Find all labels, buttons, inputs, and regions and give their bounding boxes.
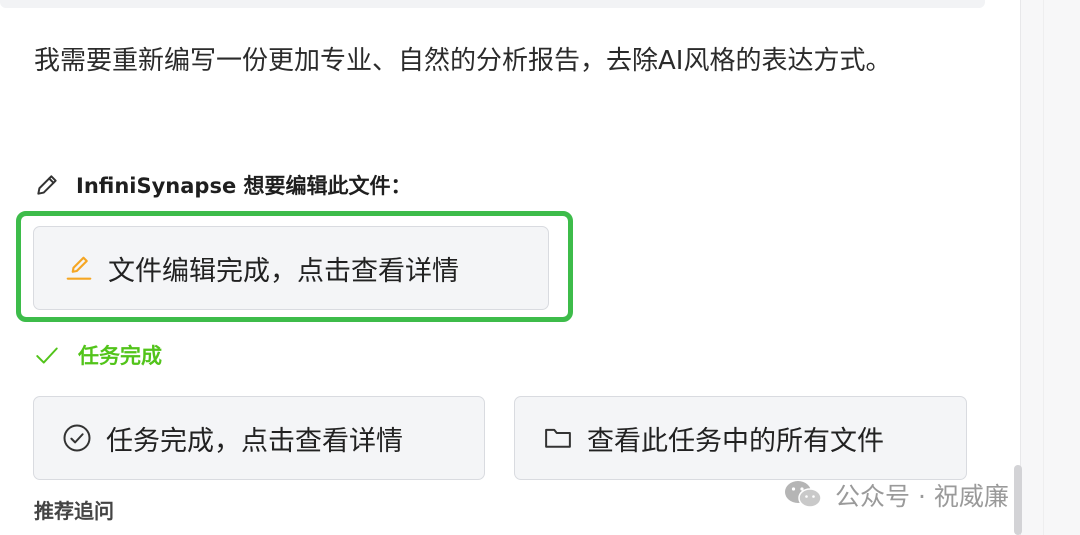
watermark: 公众号 · 祝威廉 bbox=[783, 475, 1009, 515]
side-panel bbox=[1020, 0, 1080, 535]
file-edit-details-button[interactable]: 文件编辑完成，点击查看详情 bbox=[33, 226, 549, 310]
watermark-text: 公众号 · 祝威廉 bbox=[835, 482, 1009, 511]
task-status: 任务完成 bbox=[34, 339, 162, 371]
recommended-followups-heading: 推荐追问 bbox=[34, 499, 114, 523]
file-edit-request-label: InfiniSynapse 想要编辑此文件： bbox=[76, 174, 412, 198]
task-details-button[interactable]: 任务完成，点击查看详情 bbox=[33, 396, 485, 480]
view-all-files-button[interactable]: 查看此任务中的所有文件 bbox=[514, 396, 967, 480]
task-status-text: 任务完成 bbox=[78, 344, 162, 368]
scrollbar-thumb[interactable] bbox=[1014, 465, 1022, 535]
file-edit-details-label: 文件编辑完成，点击查看详情 bbox=[108, 255, 459, 287]
file-edit-request: InfiniSynapse 想要编辑此文件： bbox=[34, 170, 412, 200]
folder-icon bbox=[543, 423, 573, 453]
assistant-message: 我需要重新编写一份更加专业、自然的分析报告，去除AI风格的表达方式。 bbox=[34, 46, 892, 76]
previous-message-bubble bbox=[0, 0, 985, 8]
wechat-icon bbox=[783, 479, 823, 511]
checkmark-icon bbox=[34, 342, 60, 368]
check-circle-icon bbox=[62, 423, 92, 453]
edit-pencil-icon bbox=[64, 253, 94, 283]
view-all-files-label: 查看此任务中的所有文件 bbox=[587, 425, 884, 457]
task-details-label: 任务完成，点击查看详情 bbox=[106, 425, 403, 457]
pencil-icon bbox=[34, 172, 60, 198]
